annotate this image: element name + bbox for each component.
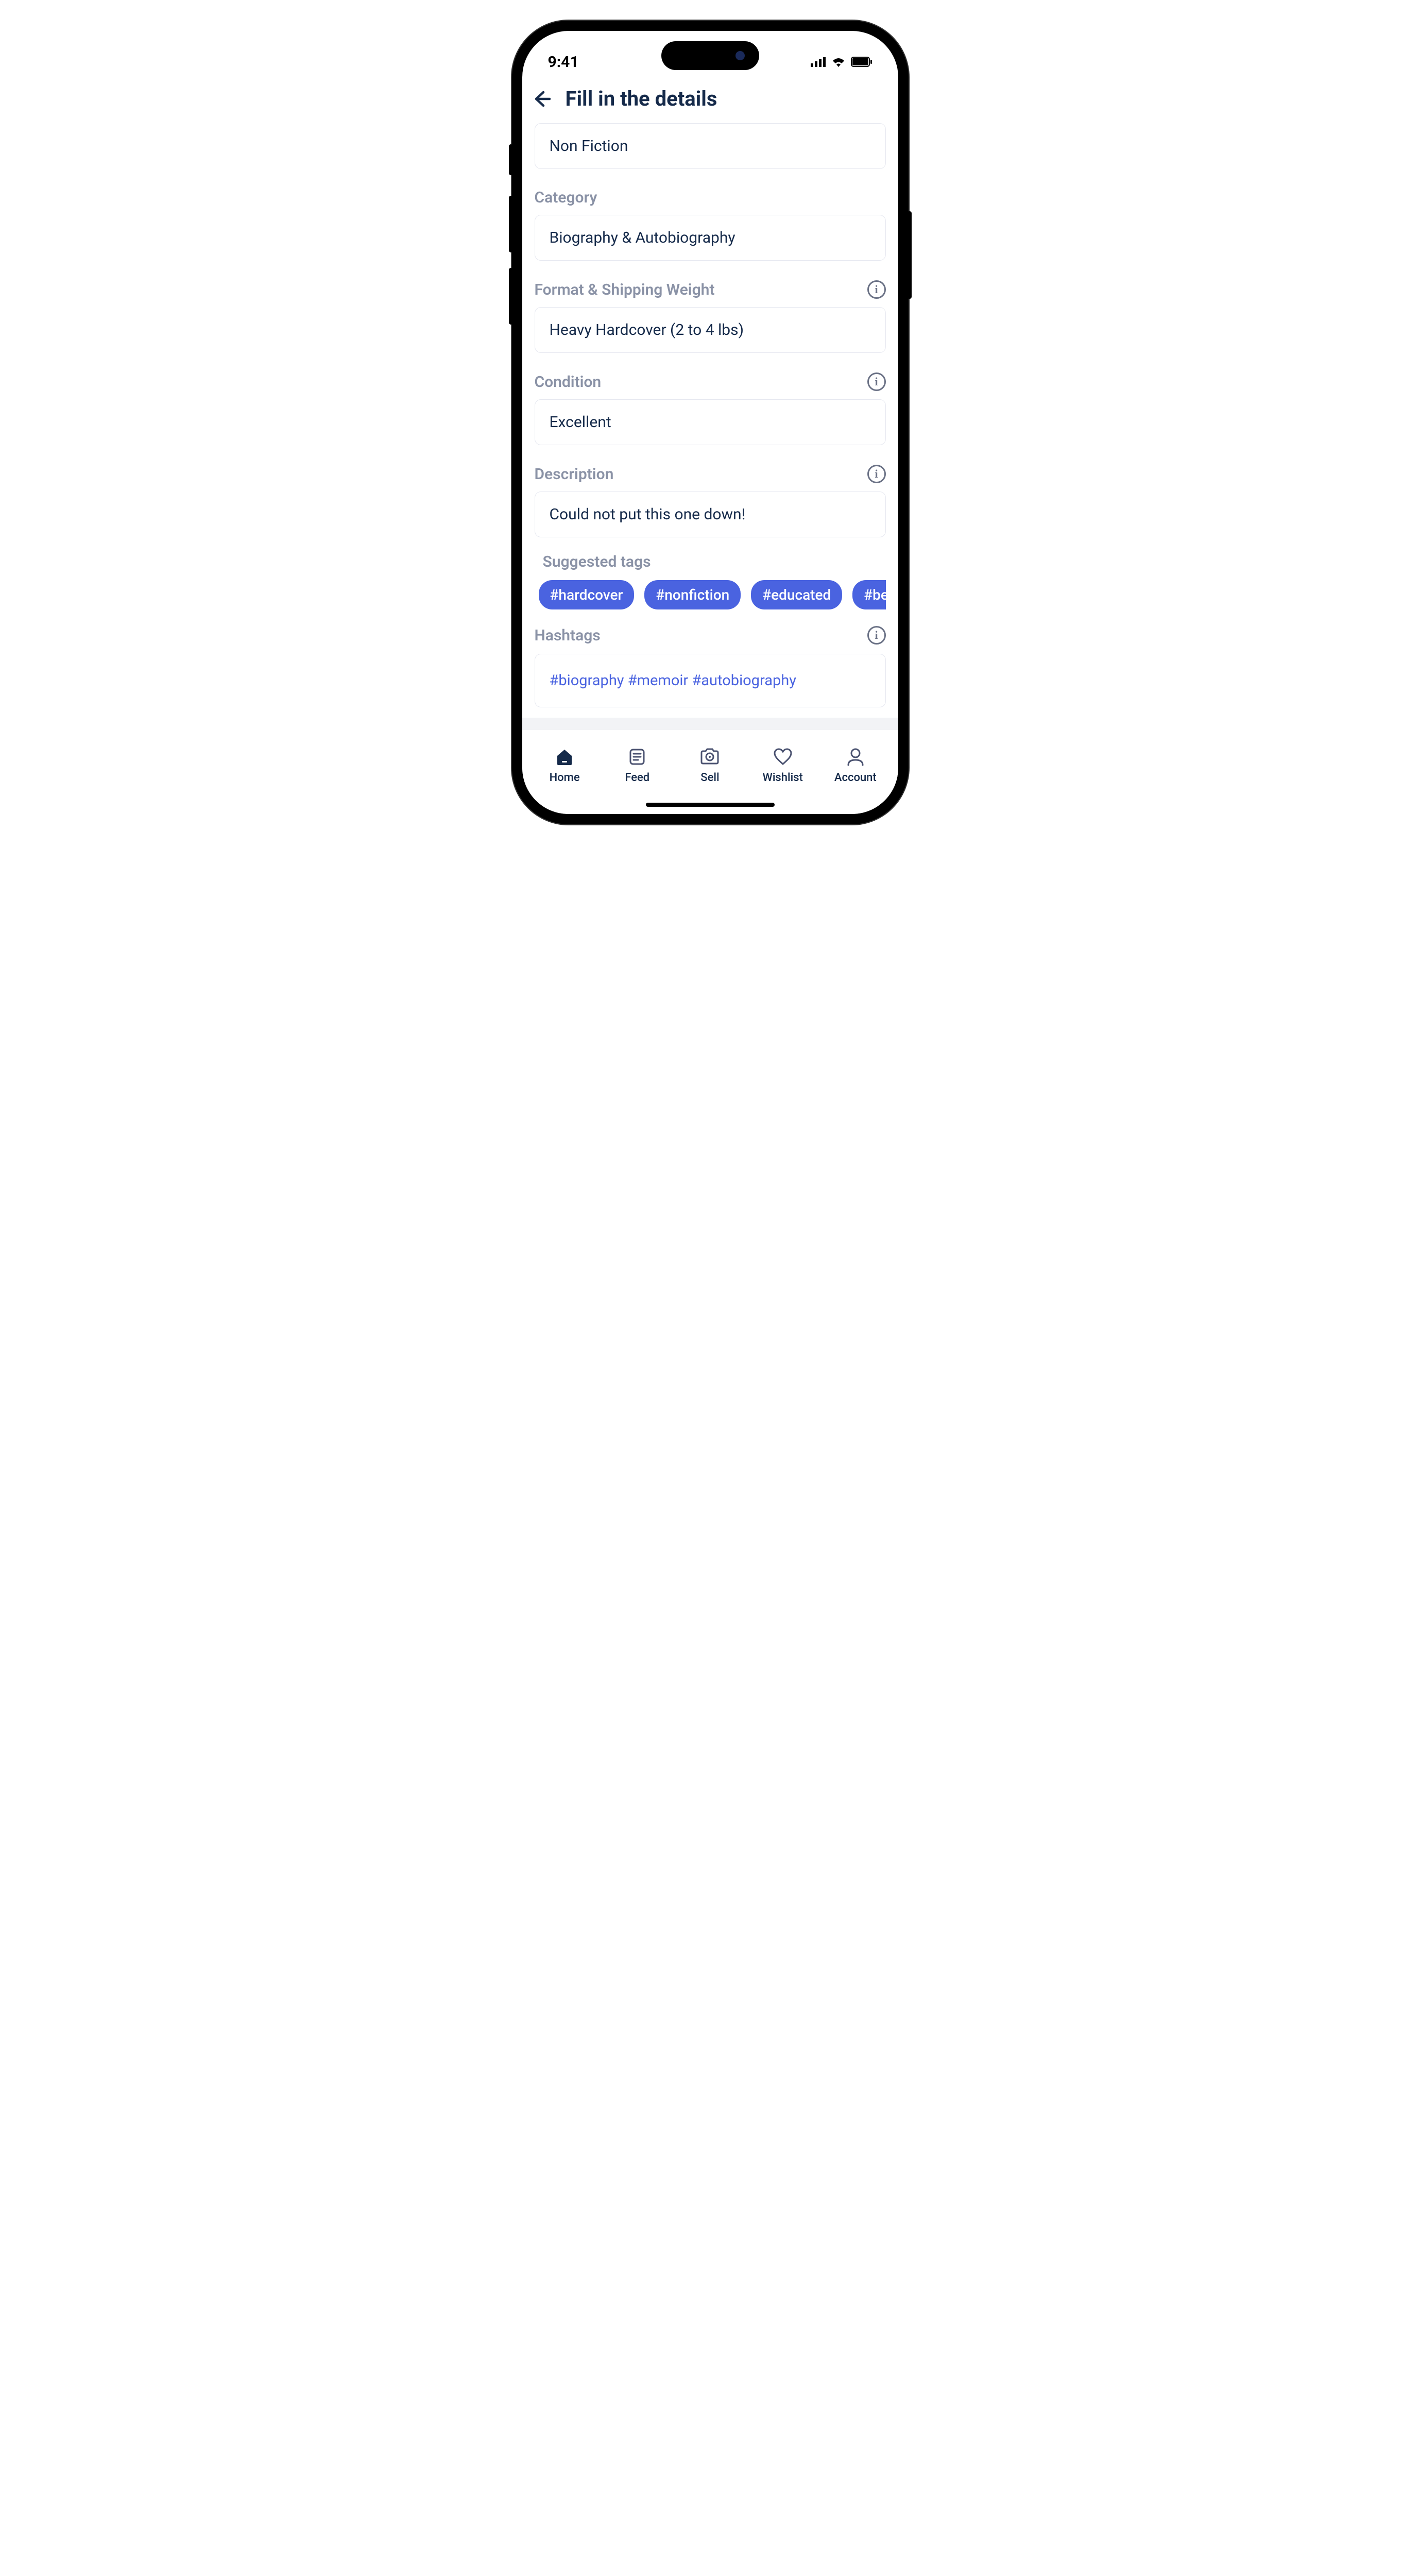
- form-scroll-area[interactable]: Type Non Fiction Category Biography & Au…: [522, 117, 898, 737]
- page-title: Fill in the details: [566, 87, 717, 111]
- suggested-tag[interactable]: #nonfiction: [644, 580, 741, 609]
- format-label: Format & Shipping Weight: [535, 281, 715, 299]
- section-divider: [522, 718, 898, 730]
- category-select[interactable]: Biography & Autobiography: [535, 215, 886, 261]
- tab-sell[interactable]: Sell: [679, 745, 741, 784]
- tab-label: Home: [550, 771, 580, 784]
- home-icon: [553, 745, 576, 768]
- tab-home[interactable]: Home: [534, 745, 595, 784]
- notch: [661, 41, 759, 70]
- tab-account[interactable]: Account: [825, 745, 886, 784]
- suggested-tag[interactable]: #bestseller: [852, 580, 885, 609]
- description-label: Description: [535, 465, 614, 483]
- category-label: Category: [535, 189, 597, 207]
- tab-feed[interactable]: Feed: [606, 745, 668, 784]
- tab-wishlist[interactable]: Wishlist: [752, 745, 814, 784]
- hashtags-input[interactable]: #biography #memoir #autobiography: [535, 654, 886, 707]
- info-icon[interactable]: i: [867, 626, 886, 645]
- tab-label: Wishlist: [762, 771, 802, 784]
- type-select[interactable]: Non Fiction: [535, 123, 886, 169]
- back-arrow-icon[interactable]: [532, 89, 552, 109]
- suggested-tag[interactable]: #educated: [751, 580, 842, 609]
- tab-label: Sell: [700, 771, 719, 784]
- status-time: 9:41: [548, 53, 579, 71]
- wifi-icon: [831, 57, 846, 67]
- suggested-tags-label: Suggested tags: [543, 553, 886, 571]
- battery-icon: [851, 57, 872, 67]
- info-icon[interactable]: i: [867, 465, 886, 483]
- home-indicator[interactable]: [646, 803, 775, 807]
- nav-header: Fill in the details: [522, 82, 898, 117]
- account-icon: [844, 745, 867, 768]
- info-icon[interactable]: i: [867, 372, 886, 391]
- camera-icon: [698, 745, 721, 768]
- heart-icon: [772, 745, 794, 768]
- info-icon[interactable]: i: [867, 280, 886, 299]
- format-select[interactable]: Heavy Hardcover (2 to 4 lbs): [535, 307, 886, 353]
- description-input[interactable]: Could not put this one down!: [535, 492, 886, 537]
- feed-icon: [626, 745, 648, 768]
- cellular-signal-icon: [811, 57, 826, 67]
- condition-select[interactable]: Excellent: [535, 399, 886, 445]
- tab-label: Feed: [625, 771, 649, 784]
- suggested-tag-row[interactable]: #hardcover #nonfiction #educated #bestse…: [535, 580, 886, 609]
- condition-label: Condition: [535, 373, 602, 391]
- suggested-tag[interactable]: #hardcover: [539, 580, 635, 609]
- hashtags-label: Hashtags: [535, 626, 601, 645]
- tab-label: Account: [834, 771, 877, 784]
